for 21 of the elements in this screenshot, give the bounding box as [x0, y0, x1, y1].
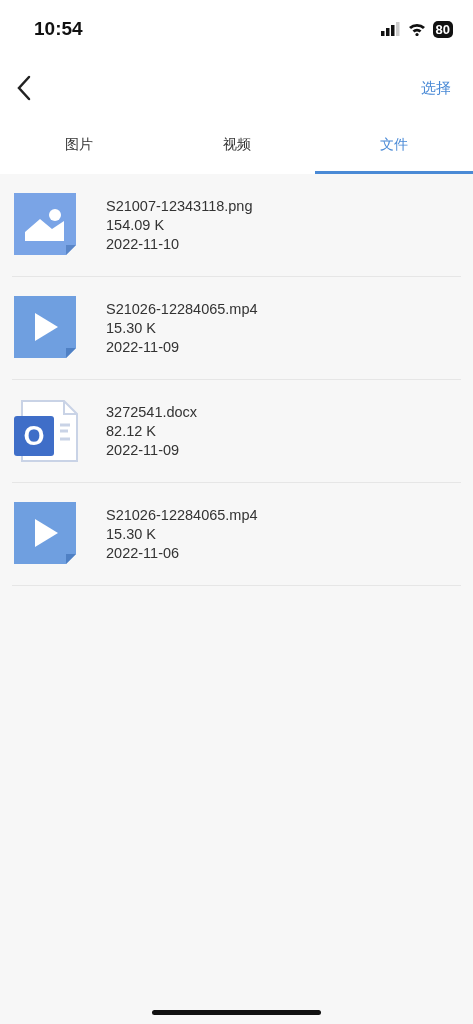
select-button[interactable]: 选择 [421, 78, 451, 98]
file-size: 15.30 K [106, 524, 157, 544]
file-size: 82.12 K [106, 421, 157, 441]
file-name: S21026-12284065.mp4 [106, 299, 258, 319]
file-date: 2022-11-10 [106, 234, 181, 254]
file-size: 15.30 K [106, 318, 157, 338]
video-file-icon [14, 502, 78, 566]
file-date: 2022-11-06 [106, 543, 181, 563]
wifi-icon [407, 22, 426, 36]
status-time: 10:54 [34, 18, 83, 40]
battery-level: 80 [432, 20, 453, 38]
file-name: S21026-12284065.mp4 [106, 505, 258, 525]
back-button[interactable] [16, 75, 32, 101]
file-name: 3272541.docx [106, 402, 198, 422]
video-file-icon [14, 296, 78, 360]
file-date: 2022-11-09 [106, 440, 181, 460]
file-name: S21007-12343118.png [106, 196, 253, 216]
signal-icon [380, 22, 401, 36]
image-file-icon [14, 193, 78, 257]
file-date: 2022-11-09 [106, 337, 181, 357]
file-size: 154.09 K [106, 215, 166, 235]
